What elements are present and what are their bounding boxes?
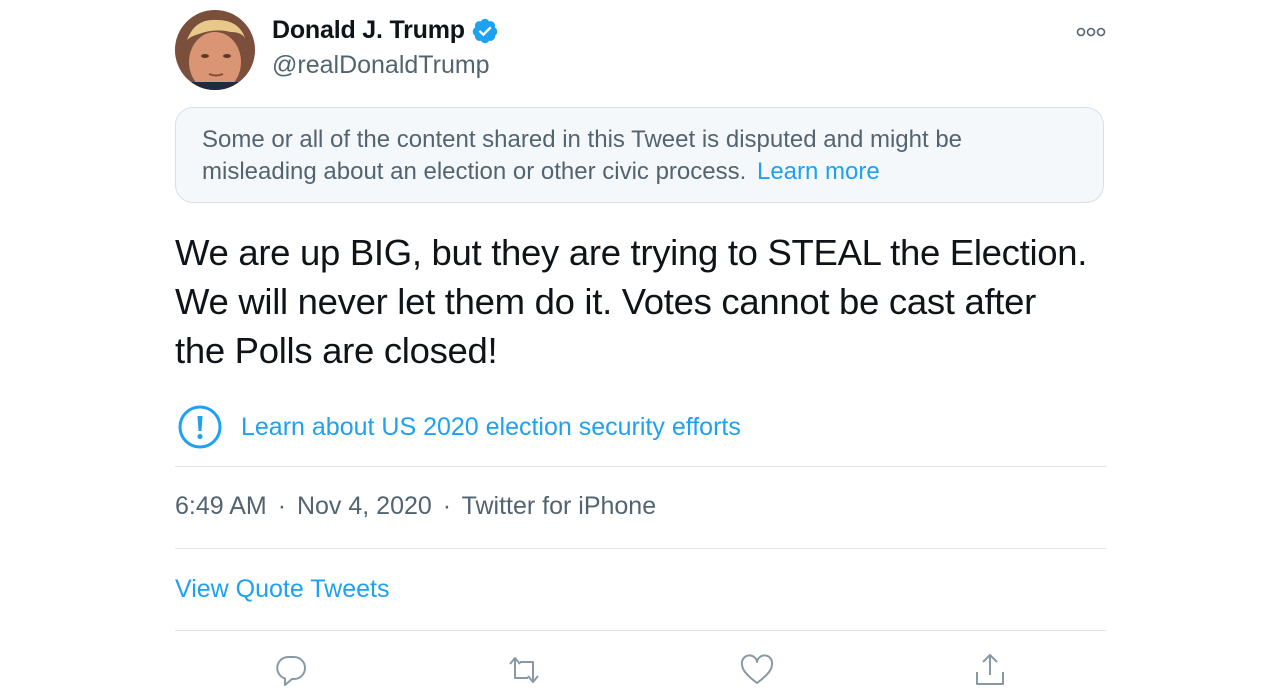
meta-separator: · (442, 492, 452, 520)
view-quote-tweets-link[interactable]: View Quote Tweets (175, 575, 389, 604)
tweet-text-line: the Polls are closed! (175, 330, 498, 371)
retweet-icon[interactable] (506, 652, 542, 688)
tweet-text-line: We will never let them do it. Votes cann… (175, 281, 1037, 322)
avatar-image (175, 10, 255, 90)
tweet-text-line: We are up BIG, but they are trying to ST… (175, 232, 1088, 273)
tweet-text: We are up BIG, but they are trying to ST… (175, 228, 1106, 375)
author-name-row[interactable]: Donald J. Trump (272, 16, 499, 45)
disputed-content-notice: Some or all of the content shared in thi… (175, 107, 1104, 203)
meta-separator: · (277, 492, 287, 520)
divider (175, 466, 1106, 467)
verified-badge-icon (472, 18, 498, 43)
tweet-date[interactable]: Nov 4, 2020 (297, 492, 432, 520)
tweet-meta: 6:49 AM · Nov 4, 2020 · Twitter for iPho… (175, 492, 656, 521)
tweet-time[interactable]: 6:49 AM (175, 492, 267, 520)
tweet-source[interactable]: Twitter for iPhone (462, 492, 657, 520)
tweet-card: Donald J. Trump @realDonaldTrump Some or… (175, 0, 1106, 700)
reply-icon[interactable] (273, 652, 309, 688)
election-security-link[interactable]: Learn about US 2020 election security ef… (241, 413, 741, 442)
divider (175, 630, 1106, 631)
avatar[interactable] (175, 10, 255, 90)
author-display-name[interactable]: Donald J. Trump (272, 16, 465, 45)
election-security-label[interactable]: Learn about US 2020 election security ef… (177, 404, 741, 450)
author-handle[interactable]: @realDonaldTrump (272, 51, 490, 80)
learn-more-link[interactable]: Learn more (757, 158, 880, 185)
more-options-icon[interactable] (1076, 24, 1106, 40)
heart-icon[interactable] (739, 652, 775, 688)
divider (175, 548, 1106, 549)
share-icon[interactable] (972, 652, 1008, 688)
tweet-actions (175, 652, 1106, 692)
exclamation-circle-icon (178, 405, 222, 449)
